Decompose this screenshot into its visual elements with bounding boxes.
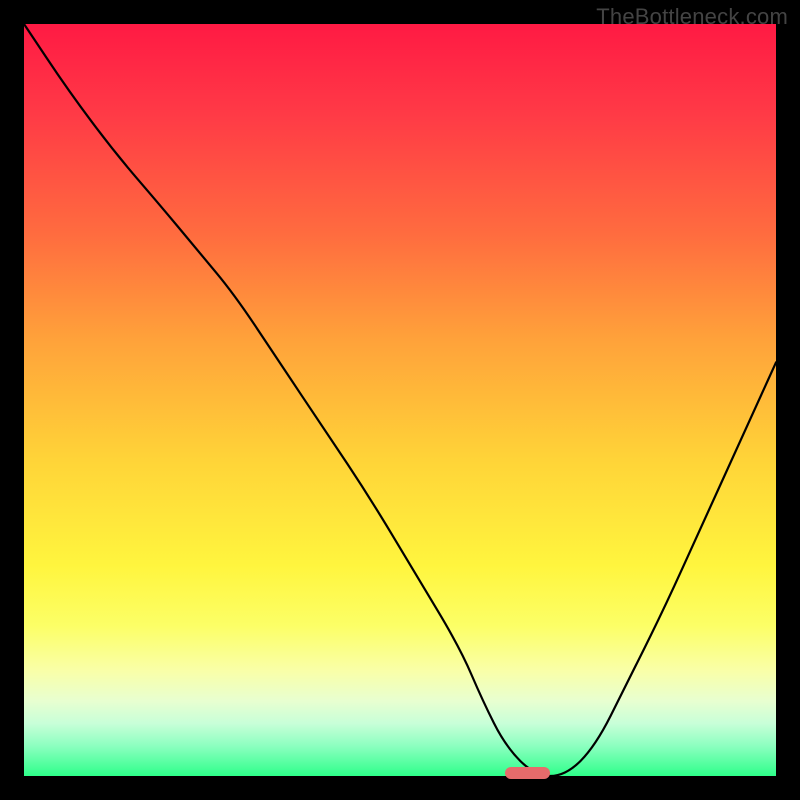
optimum-marker	[505, 767, 550, 779]
bottleneck-curve	[24, 24, 776, 776]
plot-area	[24, 24, 776, 776]
watermark-text: TheBottleneck.com	[596, 4, 788, 30]
curve-svg	[24, 24, 776, 776]
